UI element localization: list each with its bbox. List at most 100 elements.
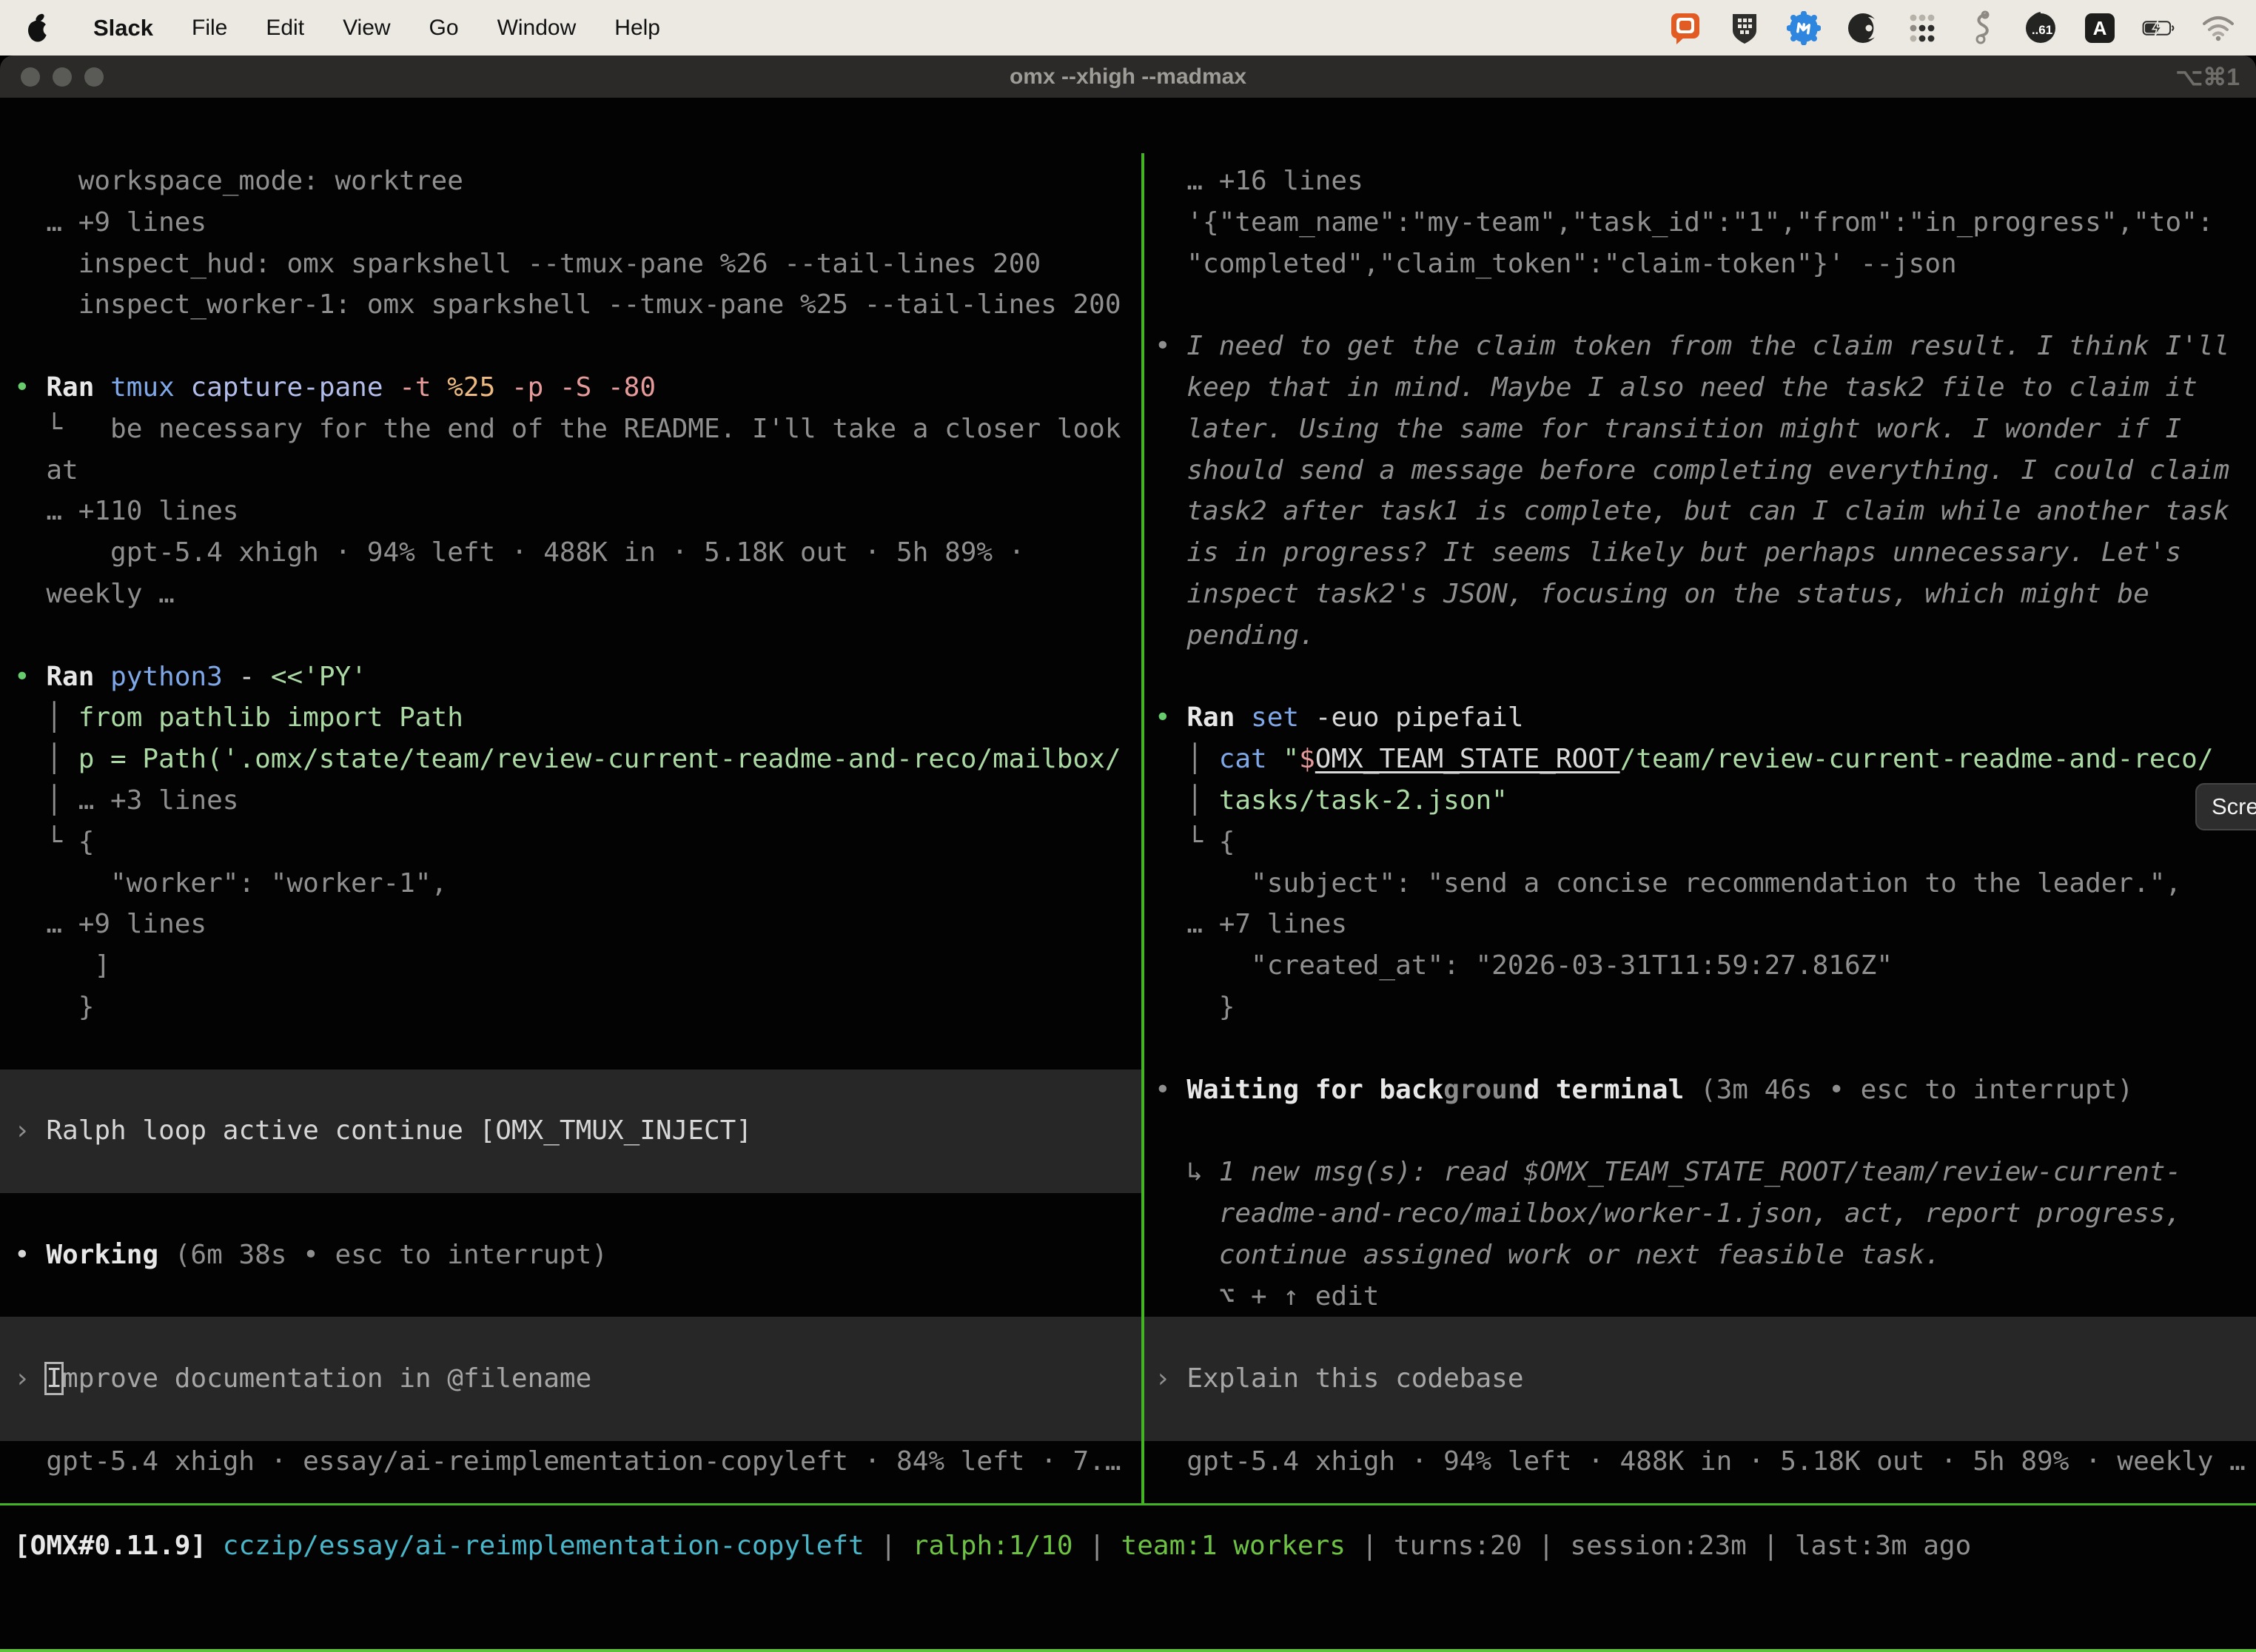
- terminal-text: inspect task2's JSON, focusing on the st…: [1155, 579, 2149, 609]
- terminal-text: /team/review-current-readme-and-reco/: [1620, 744, 2214, 774]
- terminal-line: [0, 1193, 1141, 1235]
- terminal-line: "created_at": "2026-03-31T11:59:27.816Z": [1144, 945, 2256, 987]
- terminal-line: inspect_worker-1: omx sparkshell --tmux-…: [0, 284, 1141, 326]
- terminal-text: is in progress? It seems likely but perh…: [1155, 537, 2181, 568]
- terminal-text: readme-and-reco/mailbox/worker-1.json, a…: [1155, 1198, 2181, 1229]
- screen-overlay-button[interactable]: Scre: [2195, 783, 2256, 830]
- menu-app-name[interactable]: Slack: [93, 15, 153, 41]
- dots-grid-icon[interactable]: [1905, 11, 1939, 45]
- status-segment: [OMX#0.11.9]: [14, 1531, 223, 1561]
- status-segment: cczip/essay/ai-reimplementation-copyleft: [223, 1531, 881, 1561]
- menu-window[interactable]: Window: [497, 16, 577, 41]
- chat-app-icon[interactable]: [1668, 11, 1702, 45]
- terminal-text: python3: [110, 662, 238, 692]
- battery-icon[interactable]: [2142, 11, 2176, 45]
- menu-view[interactable]: View: [343, 16, 390, 41]
- status-segment: |: [880, 1531, 912, 1561]
- terminal-text: •: [14, 1240, 46, 1270]
- terminal-text: later. Using the same for transition mig…: [1155, 414, 2181, 444]
- terminal-text: from pathlib import Path: [78, 702, 463, 733]
- screen: { "menubar": { "app": "Slack", "menus": …: [0, 0, 2256, 1652]
- terminal-text: %25: [447, 372, 511, 403]
- terminal-line: ]: [0, 945, 1141, 987]
- terminal-text: tasks/task-2.json": [1219, 785, 1508, 816]
- terminal-text: workspace_mode: worktree: [14, 166, 463, 196]
- input-source-letter: A: [2093, 17, 2107, 39]
- window-title: omx --xhigh --madmax: [0, 64, 2256, 90]
- menu-edit[interactable]: Edit: [266, 16, 304, 41]
- terminal-text: │: [14, 702, 78, 733]
- tmux-pane-left[interactable]: workspace_mode: worktree … +9 lines insp…: [0, 153, 1141, 1503]
- dark-mode-icon[interactable]: [1846, 11, 1880, 45]
- menu-bar: Slack File Edit View Go Window Help: [0, 0, 2256, 56]
- terminal-line: inspect task2's JSON, focusing on the st…: [1144, 574, 2256, 615]
- terminal-line: [0, 1276, 1141, 1317]
- input-source-icon[interactable]: A: [2083, 11, 2117, 45]
- terminal-text: │: [14, 744, 78, 774]
- terminal-text: "worker": "worker-1",: [14, 868, 447, 899]
- terminal-line: │ cat "$OMX_TEAM_STATE_ROOT/team/review-…: [1144, 739, 2256, 780]
- terminal-line: workspace_mode: worktree: [0, 161, 1141, 202]
- terminal-text: tmux: [110, 372, 190, 403]
- shield-grid-icon[interactable]: [1728, 11, 1762, 45]
- status-segment: |: [1089, 1531, 1121, 1561]
- terminal-text: inspect_hud: omx sparkshell --tmux-pane …: [14, 249, 1041, 279]
- terminal-text: pending.: [1155, 620, 1315, 651]
- terminal-text: ": [1283, 744, 1299, 774]
- terminal-line: [1144, 1110, 2256, 1152]
- terminal-line: │ tasks/task-2.json": [1144, 780, 2256, 822]
- terminal-line: is in progress? It seems likely but perh…: [1144, 532, 2256, 574]
- count-badge-icon[interactable]: ..61: [2024, 11, 2058, 45]
- verified-badge-icon[interactable]: [1787, 11, 1821, 45]
- terminal-text: •: [1155, 331, 1186, 361]
- terminal-line: [1144, 284, 2256, 326]
- terminal-line: … +7 lines: [1144, 904, 2256, 945]
- terminal-line: … +16 lines: [1144, 161, 2256, 202]
- menu-go[interactable]: Go: [429, 16, 459, 41]
- terminal-line: • Waiting for background terminal (3m 46…: [1144, 1070, 2256, 1111]
- terminal-line: at: [0, 450, 1141, 491]
- terminal-text: mprove documentation in @filename: [62, 1363, 591, 1394]
- tmux-pane-right[interactable]: … +16 lines '{"team_name":"my-team","tas…: [1144, 153, 2256, 1503]
- hook-icon[interactable]: [1964, 11, 1998, 45]
- terminal-text: ›: [1155, 1363, 1186, 1394]
- prompt-input[interactable]: › Explain this codebase: [1144, 1317, 2256, 1440]
- terminal-text: •: [1155, 1075, 1186, 1105]
- terminal-line: │ p = Path('.omx/state/team/review-curre…: [0, 739, 1141, 780]
- terminal-text: Ran: [46, 662, 110, 692]
- terminal-text: "created_at": "2026-03-31T11:59:27.816Z": [1155, 950, 1893, 981]
- terminal-line: pending.: [1144, 615, 2256, 657]
- terminal-line: … +110 lines: [0, 491, 1141, 532]
- terminal-text: should send a message before completing …: [1155, 455, 2229, 486]
- wifi-icon[interactable]: [2201, 11, 2235, 45]
- terminal-text: … +9 lines: [14, 207, 207, 238]
- omx-status-line: [OMX#0.11.9] cczip/essay/ai-reimplementa…: [0, 1525, 1971, 1567]
- terminal-content[interactable]: workspace_mode: worktree … +9 lines insp…: [0, 153, 2256, 1652]
- terminal-line: │ … +3 lines: [0, 780, 1141, 822]
- terminal-line: └ be necessary for the end of the README…: [0, 409, 1141, 450]
- terminal-line: • I need to get the claim token from the…: [1144, 326, 2256, 367]
- terminal-text: •: [14, 662, 46, 692]
- window-titlebar[interactable]: omx --xhigh --madmax ⌥⌘1: [0, 56, 2256, 98]
- terminal-text: $: [1299, 744, 1315, 774]
- status-segment: team:1 workers: [1121, 1531, 1362, 1561]
- terminal-text: cat: [1219, 744, 1283, 774]
- terminal-text: '{"team_name":"my-team","task_id":"1","f…: [1155, 207, 2213, 238]
- terminal-line: '{"team_name":"my-team","task_id":"1","f…: [1144, 202, 2256, 244]
- terminal-line: └ {: [0, 822, 1141, 863]
- terminal-line: weekly …: [0, 574, 1141, 615]
- terminal-text: Ran: [1186, 702, 1251, 733]
- terminal-line: "worker": "worker-1",: [0, 863, 1141, 904]
- prompt-input[interactable]: › Improve documentation in @filename: [0, 1317, 1141, 1440]
- terminal-text: … +16 lines: [1155, 166, 1363, 196]
- menu-file[interactable]: File: [192, 16, 227, 41]
- terminal-text: └ be necessary for the end of the README…: [14, 414, 1121, 444]
- apple-icon[interactable]: [21, 11, 55, 45]
- text-cursor: I: [46, 1363, 62, 1394]
- terminal-text: gpt-5.4 xhigh · 94% left · 488K in · 5.1…: [14, 537, 1024, 568]
- menu-help[interactable]: Help: [614, 16, 660, 41]
- terminal-text: •: [1155, 702, 1186, 733]
- terminal-line: keep that in mind. Maybe I also need the…: [1144, 367, 2256, 409]
- terminal-line: gpt-5.4 xhigh · 94% left · 488K in · 5.1…: [1144, 1441, 2256, 1483]
- status-segment: ralph:1/10: [913, 1531, 1089, 1561]
